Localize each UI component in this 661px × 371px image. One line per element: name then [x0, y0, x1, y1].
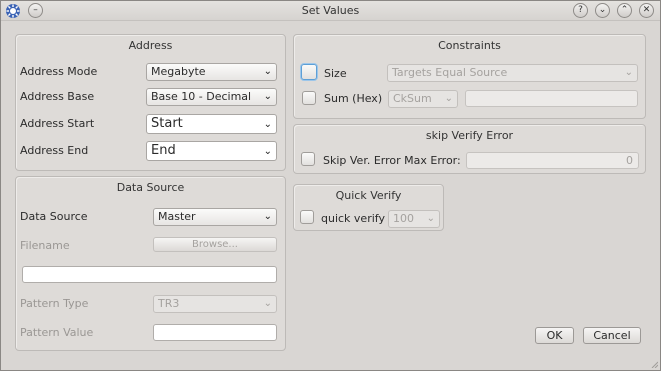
- data-source-select[interactable]: Master ⌄: [153, 208, 277, 226]
- cancel-button[interactable]: Cancel: [583, 327, 641, 344]
- chevron-down-icon: ⌄: [624, 67, 633, 78]
- sum-checkbox[interactable]: [302, 91, 316, 105]
- help-icon: ?: [578, 5, 583, 15]
- address-title: Address: [128, 39, 173, 52]
- skip-verify-max-label: Skip Ver. Error Max Error:: [323, 154, 461, 167]
- resize-grip-icon[interactable]: [650, 360, 658, 368]
- browse-button[interactable]: Browse...: [153, 237, 277, 252]
- quick-verify-label: quick verify: [321, 212, 385, 225]
- size-select[interactable]: Targets Equal Source ⌄: [387, 64, 638, 82]
- pattern-type-label: Pattern Type: [20, 297, 89, 310]
- address-start-select[interactable]: Start ⌄: [146, 114, 277, 134]
- size-value: Targets Equal Source: [392, 66, 508, 79]
- sum-value: CkSum: [393, 92, 432, 105]
- close-button[interactable]: ✕: [639, 3, 654, 18]
- chevron-down-icon: ⌄: [426, 213, 435, 224]
- title-bar: – Set Values ? ⌄ ⌃ ✕: [1, 1, 660, 21]
- address-mode-select[interactable]: Megabyte ⌄: [146, 63, 277, 81]
- address-base-select[interactable]: Base 10 - Decimal ⌄: [146, 88, 277, 106]
- address-mode-label: Address Mode: [20, 65, 98, 78]
- data-source-label: Data Source: [20, 210, 88, 223]
- chevron-down-icon: ⌄: [263, 91, 272, 102]
- skip-verify-title: skip Verify Error: [425, 129, 514, 142]
- skip-verify-checkbox[interactable]: [301, 152, 315, 166]
- pattern-value-label: Pattern Value: [20, 326, 94, 339]
- close-icon: ✕: [642, 5, 651, 15]
- minimize-button[interactable]: ⌄: [595, 3, 610, 18]
- quick-verify-value: 100: [393, 212, 414, 225]
- chevron-down-icon: ⌄: [263, 66, 272, 77]
- filename-label: Filename: [20, 239, 70, 252]
- address-base-value: Base 10 - Decimal: [151, 90, 252, 103]
- address-end-label: Address End: [20, 144, 89, 157]
- chevron-down-icon: ⌄: [263, 211, 272, 222]
- address-start-value: Start: [151, 116, 183, 131]
- pattern-type-value: TR3: [158, 297, 180, 310]
- address-end-value: End: [151, 143, 176, 158]
- filename-input[interactable]: [22, 266, 277, 283]
- set-values-dialog: – Set Values ? ⌄ ⌃ ✕ Address Address Mod…: [0, 0, 661, 371]
- size-checkbox[interactable]: [301, 64, 317, 80]
- sum-input[interactable]: [465, 90, 638, 107]
- size-label: Size: [324, 67, 347, 80]
- skip-verify-max-input[interactable]: 0: [466, 152, 639, 169]
- sum-label: Sum (Hex): [324, 92, 383, 105]
- address-mode-value: Megabyte: [151, 65, 206, 78]
- quick-verify-select[interactable]: 100 ⌄: [388, 210, 440, 228]
- pattern-value-input[interactable]: [153, 324, 277, 341]
- pattern-type-select[interactable]: TR3 ⌄: [153, 295, 277, 313]
- chevron-down-icon: ⌄: [263, 298, 272, 309]
- data-source-title: Data Source: [116, 181, 185, 194]
- address-base-label: Address Base: [20, 90, 95, 103]
- maximize-button[interactable]: ⌃: [617, 3, 632, 18]
- help-button[interactable]: ?: [573, 3, 588, 18]
- constraints-title: Constraints: [438, 39, 501, 52]
- address-start-label: Address Start: [20, 117, 95, 130]
- chevron-down-icon: ⌄: [598, 5, 607, 15]
- chevron-down-icon: ⌄: [263, 146, 272, 157]
- chevron-up-icon: ⌃: [620, 5, 629, 15]
- ok-button[interactable]: OK: [535, 327, 574, 344]
- chevron-down-icon: ⌄: [263, 119, 272, 130]
- data-source-value: Master: [158, 210, 196, 223]
- quick-verify-title: Quick Verify: [335, 189, 402, 202]
- address-end-select[interactable]: End ⌄: [146, 141, 277, 161]
- window-title: Set Values: [301, 4, 360, 17]
- quick-verify-checkbox[interactable]: [300, 210, 314, 224]
- sum-select[interactable]: CkSum ⌄: [388, 90, 458, 108]
- chevron-down-icon: ⌄: [444, 93, 453, 104]
